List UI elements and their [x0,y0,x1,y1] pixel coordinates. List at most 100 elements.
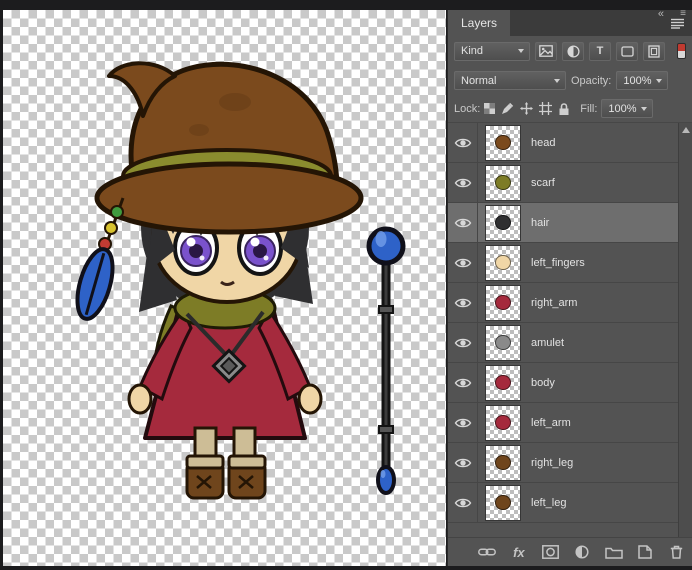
layer-row[interactable]: right_leg [448,443,692,483]
collapse-panels-icon[interactable]: « [658,8,664,20]
staff-art [366,226,406,495]
layer-visibility-toggle[interactable] [448,323,478,362]
document-canvas[interactable] [3,10,446,566]
layer-name: left_fingers [531,256,585,269]
layer-thumbnail[interactable] [485,124,521,161]
smart-object-filter-icon[interactable] [643,41,665,61]
layer-row[interactable]: right_arm [448,283,692,323]
layer-visibility-toggle[interactable] [448,443,478,482]
layer-thumbnail-art [495,294,511,311]
layer-thumbnail[interactable] [485,324,521,361]
beads-feather-art [75,197,125,321]
layer-thumbnail[interactable] [485,284,521,321]
layer-thumbnail[interactable] [485,244,521,281]
scroll-up-icon[interactable] [682,127,690,133]
layer-name: scarf [531,176,555,189]
layer-thumbnail-art [495,254,511,271]
type-layer-filter-icon[interactable]: T [589,41,611,61]
layer-thumbnail[interactable] [485,204,521,241]
lock-row: Lock: Fill: 100% [448,95,692,122]
lock-transparent-pixels-icon[interactable] [484,103,496,114]
eye-icon [454,258,471,267]
layer-thumbnail[interactable] [485,164,521,201]
layers-bottom-toolbar: fx [448,537,692,566]
layer-visibility-toggle[interactable] [448,203,478,242]
hat-art [94,61,364,235]
layer-row[interactable]: body [448,363,692,403]
layer-thumbnail-art [495,174,511,191]
layers-panel: « ≡ Layers Kind T Normal Opacity: 100% L… [447,8,692,566]
lock-label: Lock: [454,102,481,115]
eye-icon [454,418,471,427]
layer-row[interactable]: left_fingers [448,243,692,283]
new-layer-icon[interactable] [636,542,655,562]
eye-icon [454,298,471,307]
tab-layers[interactable]: Layers [448,10,511,36]
layer-thumbnail-art [495,334,511,351]
chevron-down-icon [518,49,524,53]
kind-filter-dropdown[interactable]: Kind [454,41,530,61]
chevron-down-icon [641,106,648,111]
layer-name: left_arm [531,416,571,429]
layer-thumbnail-art [495,374,511,391]
lock-buttons [484,102,570,116]
layer-thumbnail[interactable] [485,484,521,521]
layer-visibility-toggle[interactable] [448,163,478,202]
layer-visibility-toggle[interactable] [448,243,478,282]
fill-dropdown[interactable]: 100% [601,99,654,118]
opacity-dropdown[interactable]: 100% [616,71,669,90]
layer-style-icon[interactable]: fx [510,542,529,562]
layer-row[interactable]: left_arm [448,403,692,443]
layer-name: amulet [531,336,565,349]
chevron-down-icon [554,78,560,83]
add-layer-mask-icon[interactable] [541,542,560,562]
new-group-icon[interactable] [604,542,623,562]
layer-visibility-toggle[interactable] [448,363,478,402]
lock-image-pixels-icon[interactable] [501,102,514,115]
shape-layer-filter-icon[interactable] [616,41,638,61]
fill-value: 100% [608,102,637,115]
pixel-layer-filter-icon[interactable] [535,41,557,61]
eye-icon [454,378,471,387]
eye-icon [454,138,471,147]
layer-list: head scarf hair left_fingers right_arm a… [448,122,692,537]
blend-mode-value: Normal [461,74,497,87]
layer-filter-row: Kind T [448,36,692,66]
layer-visibility-toggle[interactable] [448,403,478,442]
delete-layer-icon[interactable] [667,542,686,562]
layer-row[interactable]: scarf [448,163,692,203]
layer-thumbnail-art [495,494,511,511]
lock-position-icon[interactable] [520,102,534,115]
opacity-label: Opacity: [571,74,612,87]
eye-icon [454,498,471,507]
layer-visibility-toggle[interactable] [448,283,478,322]
layer-list-scrollbar[interactable] [678,123,692,537]
layer-thumbnail[interactable] [485,364,521,401]
layer-thumbnail-art [495,454,511,471]
eye-icon [454,178,471,187]
layer-visibility-toggle[interactable] [448,123,478,162]
layer-row[interactable]: head [448,123,692,163]
blend-mode-dropdown[interactable]: Normal [454,71,566,90]
adjustment-layer-filter-icon[interactable] [562,41,584,61]
link-layers-icon[interactable] [478,542,497,562]
panel-dock-menu-icon[interactable]: ≡ [680,8,686,20]
lock-all-icon[interactable] [558,102,570,116]
layer-thumbnail[interactable] [485,444,521,481]
opacity-value: 100% [623,74,652,87]
character-illustration [75,61,406,500]
eye-icon [454,338,471,347]
lock-artboard-icon[interactable] [539,102,553,115]
new-adjustment-layer-icon[interactable] [573,542,592,562]
layer-thumbnail-art [495,134,511,151]
layer-row[interactable]: amulet [448,323,692,363]
layer-row[interactable]: hair [448,203,692,243]
layer-visibility-toggle[interactable] [448,483,478,522]
layer-name: hair [531,216,550,229]
layer-thumbnail-art [495,414,511,431]
panel-menu-icon[interactable] [662,10,692,36]
fill-label: Fill: [580,102,598,115]
layer-filter-toggle[interactable] [677,43,686,59]
layer-thumbnail[interactable] [485,404,521,441]
layer-row[interactable]: left_leg [448,483,692,523]
